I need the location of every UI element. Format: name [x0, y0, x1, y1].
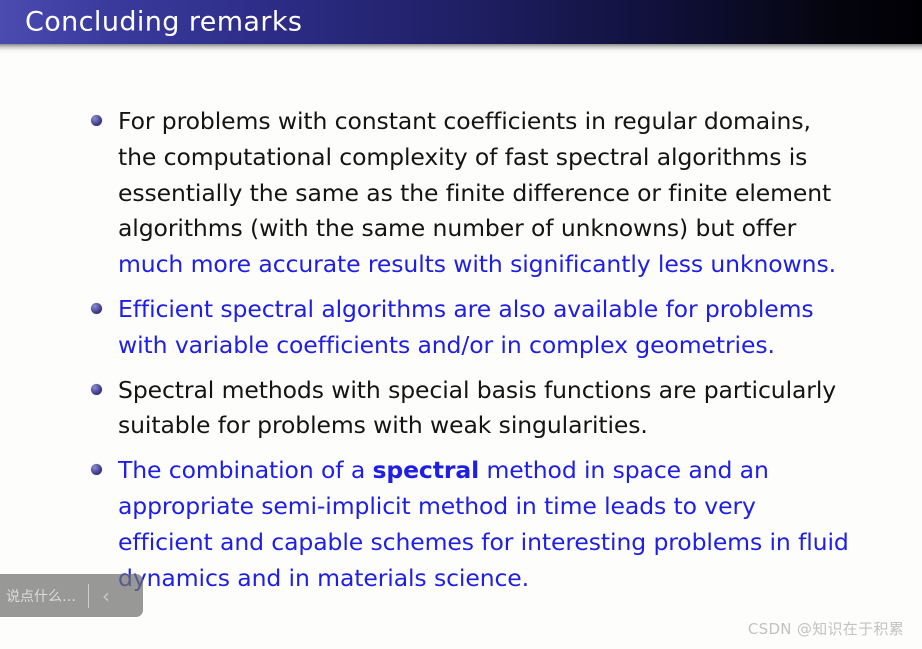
bullet-point-icon	[91, 383, 102, 395]
bullet-text-3: Spectral methods with special basis func…	[118, 375, 837, 440]
comment-bar-divider	[88, 583, 89, 608]
bullet-1-black-text: For problems with constant coefficients …	[118, 107, 832, 243]
bullet-4-emphasis-text: spectral	[372, 456, 480, 485]
bullet-text-2: Efficient spectral algorithms are also a…	[118, 294, 814, 359]
list-item: Efficient spectral algorithms are also a…	[0, 292, 922, 364]
csdn-watermark: CSDN @知识在于积累	[747, 620, 904, 638]
bullet-4-lead-text: The combination of a	[118, 456, 373, 485]
comment-input-bar[interactable]: 说点什么… ‹	[0, 574, 143, 617]
slide-canvas: Concluding remarks For problems with con…	[0, 0, 922, 649]
bullet-1-blue-text: much more accurate results with signific…	[118, 250, 836, 279]
bullet-text-1: For problems with constant coefficients …	[118, 104, 922, 283]
list-item: Spectral methods with special basis func…	[0, 373, 922, 445]
comment-input-placeholder[interactable]: 说点什么…	[6, 586, 76, 606]
slide-body: For problems with constant coefficients …	[0, 104, 922, 596]
slide-title-bar: Concluding remarks	[0, 0, 922, 44]
bullet-point-icon	[91, 302, 102, 314]
bullet-point-icon	[91, 464, 102, 476]
bullet-text-4: The combination of a spectral method in …	[118, 453, 922, 596]
bullet-point-icon	[91, 115, 102, 126]
list-item: For problems with constant coefficients …	[0, 104, 922, 283]
bullet-list: For problems with constant coefficients …	[0, 104, 922, 596]
page-title: Concluding remarks	[25, 6, 303, 38]
title-bar-shadow	[0, 44, 922, 53]
chevron-left-icon[interactable]: ‹	[102, 586, 110, 606]
